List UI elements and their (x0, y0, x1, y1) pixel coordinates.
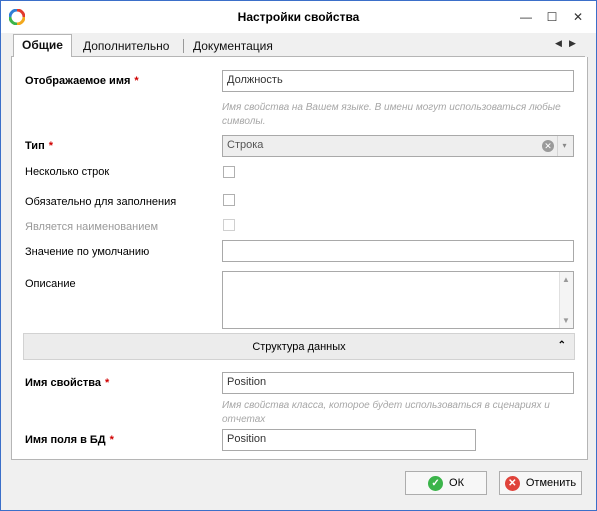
multiline-label: Несколько строк (25, 166, 110, 178)
display-name-input[interactable]: Должность (222, 70, 574, 92)
dialog-footer: ✓ ОК ✕ Отменить (1, 461, 596, 510)
type-label: Тип * (25, 140, 53, 152)
check-icon: ✓ (428, 475, 444, 491)
property-name-label: Имя свойства * (25, 377, 109, 389)
chevron-down-icon[interactable]: ▾ (557, 136, 571, 156)
type-combobox[interactable]: Строка ✕ ▾ (222, 135, 574, 157)
scroll-down-icon[interactable]: ▼ (562, 316, 570, 325)
multiline-checkbox[interactable] (223, 166, 235, 178)
tab-separator (183, 39, 184, 53)
tab-documentation[interactable]: Документация (185, 36, 281, 57)
clear-icon[interactable]: ✕ (542, 140, 554, 152)
title-bar: Настройки свойства — ☐ ✕ (1, 1, 596, 33)
required-checkbox[interactable] (223, 194, 235, 206)
is-name-label: Является наименованием (25, 221, 159, 233)
property-settings-window: Настройки свойства — ☐ ✕ Общие Дополните… (0, 0, 597, 511)
property-name-hint: Имя свойства класса, которое будет испол… (222, 400, 550, 425)
window-title: Настройки свойства (237, 10, 360, 24)
cancel-button[interactable]: ✕ Отменить (499, 471, 582, 495)
cancel-button-label: Отменить (525, 477, 577, 489)
tab-additional[interactable]: Дополнительно (75, 36, 177, 57)
general-tab-panel: Отображаемое имя * Должность Имя свойства… (11, 57, 588, 460)
property-name-input[interactable]: Position (222, 372, 574, 394)
description-textarea[interactable]: ▲ ▼ (222, 271, 574, 329)
default-value-input[interactable] (222, 240, 574, 262)
cancel-icon: ✕ (504, 475, 520, 491)
required-marker: * (48, 140, 53, 152)
is-name-checkbox (223, 219, 235, 231)
scroll-up-icon[interactable]: ▲ (562, 275, 570, 284)
db-field-name-input[interactable]: Position (222, 429, 476, 451)
tab-scroll-left-icon[interactable]: ◀ (555, 38, 562, 49)
close-button[interactable]: ✕ (571, 10, 585, 24)
display-name-label-text: Отображаемое имя (25, 75, 131, 87)
type-label-text: Тип (25, 140, 45, 152)
db-field-name-label: Имя поля в БД * (25, 434, 114, 446)
description-label: Описание (25, 278, 76, 290)
required-marker: * (134, 75, 139, 87)
description-scrollbar[interactable]: ▲ ▼ (559, 272, 573, 328)
display-name-label: Отображаемое имя * (25, 75, 139, 87)
tab-scroll-right-icon[interactable]: ▶ (569, 38, 576, 49)
required-marker: * (104, 377, 110, 389)
property-name-label-text: Имя свойства (25, 377, 101, 389)
tab-general[interactable]: Общие (13, 34, 72, 58)
display-name-hint: Имя свойства на Вашем языке. В имени мог… (222, 102, 561, 127)
collapse-icon[interactable]: ⌃ (558, 340, 566, 351)
tab-bar: Общие Дополнительно Документация ◀ ▶ (11, 34, 585, 58)
default-value-label: Значение по умолчанию (25, 246, 150, 258)
db-field-name-label-text: Имя поля в БД (25, 434, 106, 446)
required-label: Обязательно для заполнения (25, 196, 177, 208)
ok-button-label: ОК (449, 477, 464, 489)
data-structure-section-header[interactable]: Структура данных ⌃ (23, 333, 575, 360)
type-value: Строка (227, 139, 264, 151)
section-title: Структура данных (252, 341, 346, 353)
required-marker: * (109, 434, 114, 446)
maximize-button[interactable]: ☐ (545, 10, 559, 24)
ok-button[interactable]: ✓ ОК (405, 471, 487, 495)
minimize-button[interactable]: — (519, 10, 533, 24)
